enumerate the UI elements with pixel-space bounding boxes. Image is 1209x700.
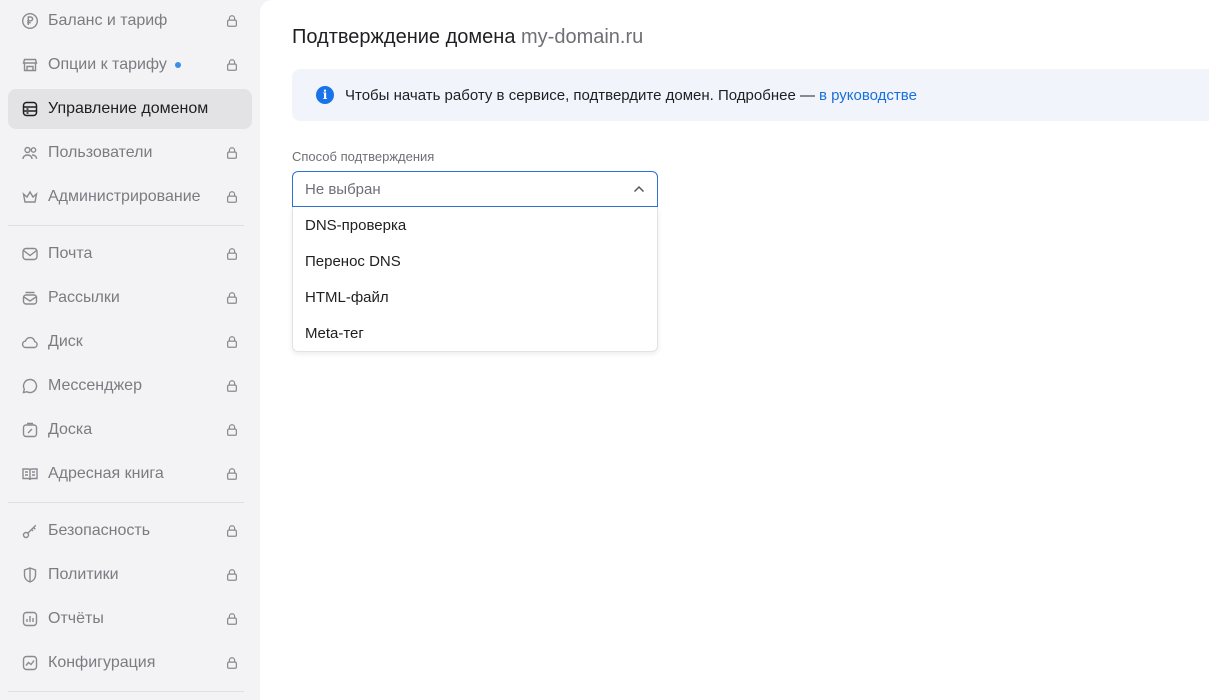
sidebar-item-reports[interactable]: Отчёты [8, 599, 252, 639]
option-dns-check[interactable]: DNS-проверка [293, 207, 657, 243]
cloud-icon [20, 332, 40, 352]
newsletter-icon [20, 288, 40, 308]
nav-group-settings: Безопасность Политики Отчёты Конфигураци… [0, 511, 260, 683]
page-title-text: Подтверждение домена [292, 26, 516, 48]
sidebar-item-label: Администрирование [48, 188, 201, 205]
sidebar-item-label: Политики [48, 566, 119, 583]
sidebar-divider [8, 691, 244, 692]
config-icon [20, 653, 40, 673]
key-icon [20, 521, 40, 541]
page-title: Подтверждение домена my-domain.ru [292, 26, 643, 49]
lock-icon [224, 189, 240, 205]
lock-icon [224, 334, 240, 350]
guide-link[interactable]: в руководстве [819, 87, 917, 104]
lock-icon [224, 567, 240, 583]
sidebar-divider [8, 502, 244, 503]
lock-icon [224, 378, 240, 394]
sidebar-item-board[interactable]: Доска [8, 410, 252, 450]
mail-icon [20, 244, 40, 264]
sidebar-item-administration[interactable]: Администрирование [8, 177, 252, 217]
option-meta-tag[interactable]: Meta-тег [293, 315, 657, 351]
users-icon [20, 143, 40, 163]
sidebar-item-domain[interactable]: Управление доменом [8, 89, 252, 129]
lock-icon [224, 246, 240, 262]
sidebar-item-label: Опции к тарифу [48, 56, 167, 73]
lock-icon [224, 422, 240, 438]
verification-method-label: Способ подтверждения [292, 149, 435, 164]
sidebar-item-label: Отчёты [48, 610, 104, 627]
lock-icon [224, 145, 240, 161]
shield-icon [20, 565, 40, 585]
sidebar-item-label: Конфигурация [48, 654, 156, 671]
lock-icon [224, 523, 240, 539]
verification-method-select[interactable]: Не выбран [292, 171, 658, 207]
nav-group-services: Почта Рассылки Диск Мессенджер Доска Адр… [0, 234, 260, 494]
board-icon [20, 420, 40, 440]
sidebar-item-label: Адресная книга [48, 465, 164, 482]
select-placeholder: Не выбран [305, 180, 381, 198]
sidebar-item-label: Почта [48, 245, 93, 262]
lock-icon [224, 290, 240, 306]
nav-group-account: Баланс и тариф Опции к тарифу Управление… [0, 1, 260, 217]
sidebar-item-mail[interactable]: Почта [8, 234, 252, 274]
sidebar-divider [8, 225, 244, 226]
shop-icon [20, 55, 40, 75]
verification-method-dropdown: DNS-проверка Перенос DNS HTML-файл Meta-… [292, 207, 658, 352]
sidebar-item-label: Баланс и тариф [48, 12, 168, 29]
info-banner: i Чтобы начать работу в сервисе, подтвер… [292, 69, 1209, 121]
sidebar-item-policies[interactable]: Политики [8, 555, 252, 595]
sidebar-item-label: Безопасность [48, 522, 151, 539]
sidebar-item-label: Мессенджер [48, 377, 142, 394]
sidebar-item-disk[interactable]: Диск [8, 322, 252, 362]
info-icon: i [316, 86, 334, 104]
lock-icon [224, 466, 240, 482]
sidebar-item-security[interactable]: Безопасность [8, 511, 252, 551]
report-icon [20, 609, 40, 629]
chevron-up-icon [631, 181, 647, 197]
sidebar-item-address-book[interactable]: Адресная книга [8, 454, 252, 494]
sidebar-item-users[interactable]: Пользователи [8, 133, 252, 173]
sidebar-item-label: Доска [48, 421, 93, 438]
notification-dot [174, 61, 181, 68]
sidebar-item-balance[interactable]: Баланс и тариф [8, 1, 252, 41]
ruble-icon [20, 11, 40, 31]
sidebar-item-configuration[interactable]: Конфигурация [8, 643, 252, 683]
address-book-icon [20, 464, 40, 484]
lock-icon [224, 57, 240, 73]
sidebar-item-tariff-options[interactable]: Опции к тарифу [8, 45, 252, 85]
sidebar-item-label: Управление доменом [48, 100, 209, 117]
lock-icon [224, 655, 240, 671]
sidebar: Баланс и тариф Опции к тарифу Управление… [0, 0, 260, 700]
lock-icon [224, 611, 240, 627]
sidebar-item-newsletters[interactable]: Рассылки [8, 278, 252, 318]
domain-name: my-domain.ru [521, 26, 644, 48]
sidebar-item-messenger[interactable]: Мессенджер [8, 366, 252, 406]
option-html-file[interactable]: HTML-файл [293, 279, 657, 315]
crown-icon [20, 187, 40, 207]
domain-icon [20, 99, 40, 119]
chat-icon [20, 376, 40, 396]
main-content: Подтверждение домена my-domain.ru i Чтоб… [260, 0, 1209, 700]
lock-icon [224, 13, 240, 29]
option-dns-transfer[interactable]: Перенос DNS [293, 243, 657, 279]
sidebar-item-label: Пользователи [48, 144, 153, 161]
sidebar-item-label: Диск [48, 333, 83, 350]
sidebar-item-label: Рассылки [48, 289, 120, 306]
info-banner-text: Чтобы начать работу в сервисе, подтверди… [345, 86, 815, 104]
